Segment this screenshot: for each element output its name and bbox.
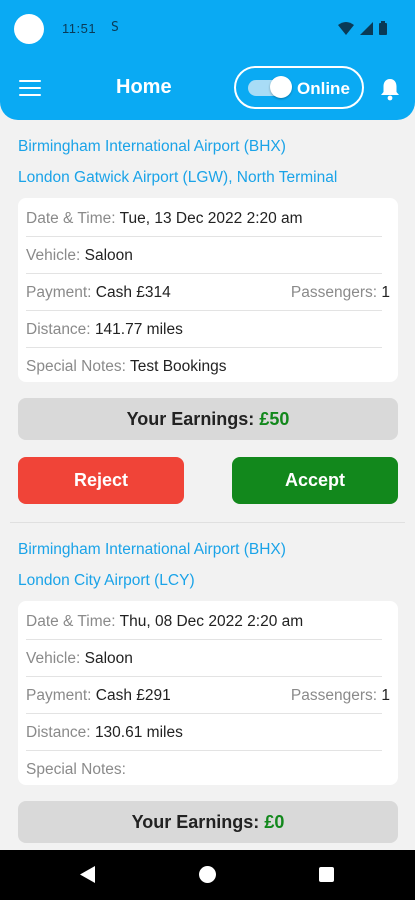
wifi-icon [338,21,354,35]
payment-row: Payment: Cash £291 Passengers: 1 [26,677,390,714]
booking-details-card: Date & Time: Thu, 08 Dec 2022 2:20 am Ve… [18,601,398,785]
payment-value: Cash £291 [95,687,171,704]
switch-knob [270,76,292,98]
passengers-value: 1 [381,687,390,704]
status-time: 11:51 [62,21,97,36]
datetime-value: Tue, 13 Dec 2022 2:20 am [119,210,303,227]
passengers-label: Passengers: [290,687,378,704]
bell-icon[interactable] [379,77,401,101]
vehicle-label: Vehicle: [26,650,81,667]
earnings-label: Your Earnings: [126,409,255,429]
back-triangle-icon[interactable] [80,866,95,883]
accept-button[interactable]: Accept [232,457,398,504]
earnings-banner: Your Earnings: £0 [18,801,398,843]
payment-value: Cash £314 [95,284,171,301]
status-bar: 11:51 S [0,0,415,60]
dropoff-location-link[interactable]: London City Airport (LCY) [18,572,195,590]
vehicle-row: Vehicle: Saloon [26,237,382,274]
payment-label: Payment: [26,284,92,301]
booking-details-card: Date & Time: Tue, 13 Dec 2022 2:20 am Ve… [18,198,398,382]
booking-divider [10,522,405,523]
pickup-location-link[interactable]: Birmingham International Airport (BHX) [18,541,286,559]
battery-icon [379,21,387,35]
earnings-banner: Your Earnings: £50 [18,398,398,440]
vehicle-label: Vehicle: [26,247,81,264]
distance-row: Distance: 141.77 miles [26,311,382,348]
home-circle-icon[interactable] [199,866,216,883]
vehicle-value: Saloon [84,247,133,264]
notes-label: Special Notes: [26,761,126,778]
dropoff-location-link[interactable]: London Gatwick Airport (LGW), North Term… [18,169,337,187]
distance-label: Distance: [26,724,91,741]
earnings-amount: £50 [259,409,290,429]
status-icons [338,21,387,35]
status-avatar-dot [14,14,44,44]
booking-feed[interactable]: Birmingham International Airport (BHX) L… [0,120,415,850]
hamburger-menu-icon[interactable] [19,80,41,96]
distance-value: 130.61 miles [94,724,183,741]
sim-indicator: S [111,20,119,35]
datetime-row: Date & Time: Tue, 13 Dec 2022 2:20 am [26,200,382,237]
vehicle-value: Saloon [84,650,133,667]
notes-row: Special Notes: Test Bookings [26,348,382,385]
page-title: Home [116,76,172,98]
notes-value: Test Bookings [129,358,227,375]
online-switch[interactable] [248,76,292,98]
notes-label: Special Notes: [26,358,126,375]
datetime-row: Date & Time: Thu, 08 Dec 2022 2:20 am [26,603,382,640]
vehicle-row: Vehicle: Saloon [26,640,382,677]
recent-apps-square-icon[interactable] [319,867,334,882]
notes-row: Special Notes: [26,751,382,788]
online-label: Online [297,79,350,98]
datetime-label: Date & Time: [26,613,116,630]
payment-label: Payment: [26,687,92,704]
reject-button[interactable]: Reject [18,457,184,504]
payment-row: Payment: Cash £314 Passengers: 1 [26,274,390,311]
datetime-value: Thu, 08 Dec 2022 2:20 am [119,613,304,630]
passengers-label: Passengers: [290,284,378,301]
earnings-label: Your Earnings: [131,812,260,832]
app-header: 11:51 S Home Online [0,0,415,120]
datetime-label: Date & Time: [26,210,116,227]
pickup-location-link[interactable]: Birmingham International Airport (BHX) [18,138,286,156]
passengers-value: 1 [381,284,390,301]
earnings-amount: £0 [264,812,285,832]
online-toggle-button[interactable]: Online [234,66,364,109]
distance-label: Distance: [26,321,91,338]
signal-icon [360,21,373,35]
app-bar: Home Online [0,62,415,114]
distance-row: Distance: 130.61 miles [26,714,382,751]
system-nav-bar [0,850,415,900]
distance-value: 141.77 miles [94,321,183,338]
